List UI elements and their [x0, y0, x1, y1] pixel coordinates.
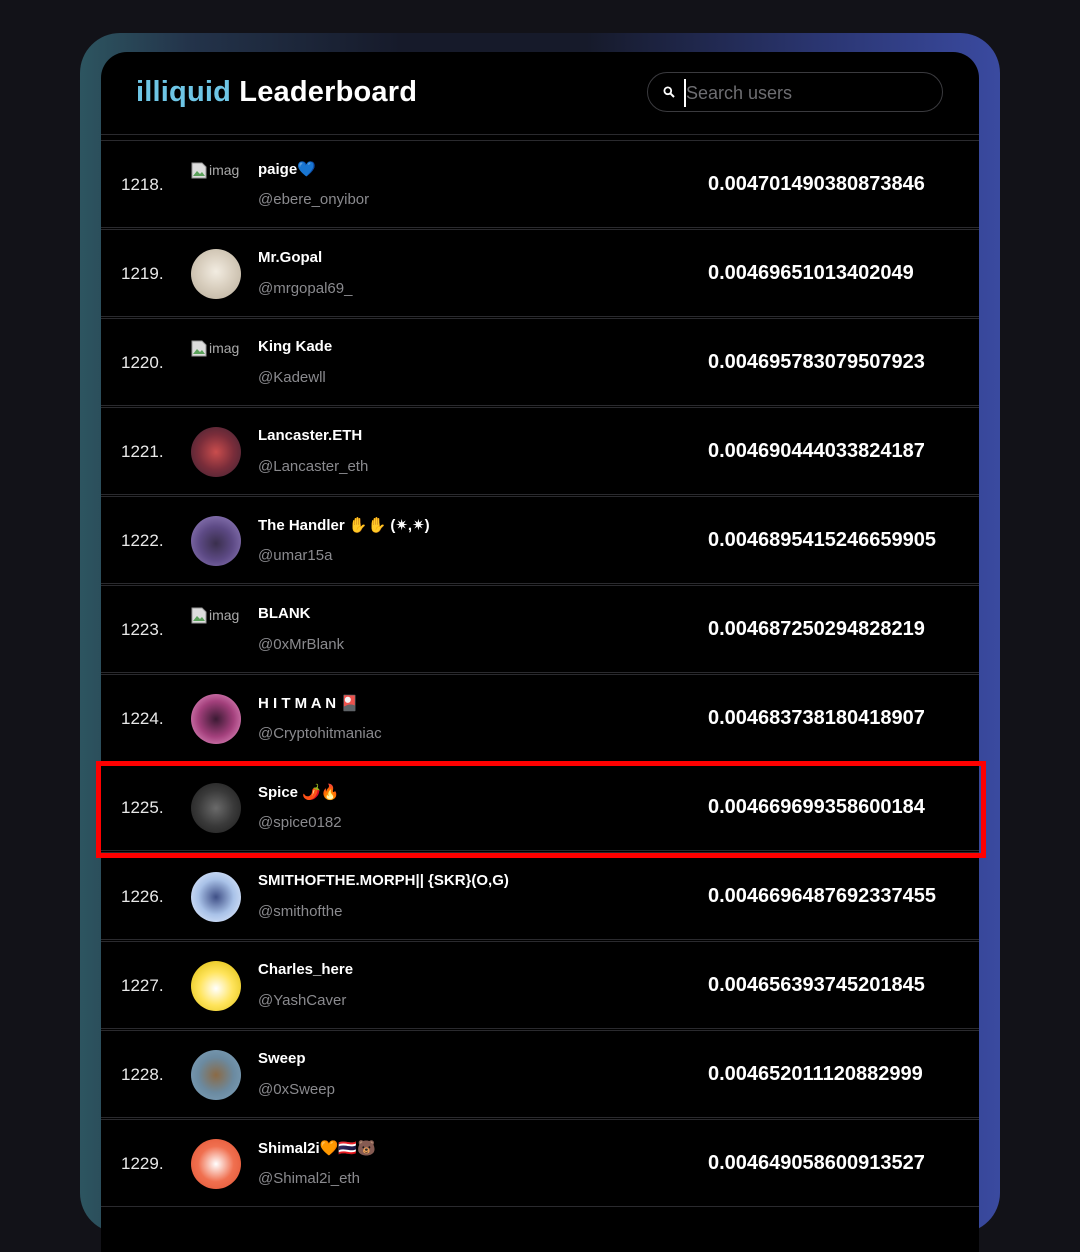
score-value: 0.004690444033824187: [708, 440, 925, 462]
user-name: H I T M A N 🎴: [258, 695, 359, 712]
score-value: 0.0046895415246659905: [708, 529, 937, 551]
score-value: 0.004687250294828219: [708, 618, 925, 640]
score-value: 0.00469651013402049: [708, 262, 914, 284]
rank: 1225.: [121, 798, 164, 817]
user-handle[interactable]: @YashCaver: [258, 992, 346, 1009]
score-value: 0.0046696487692337455: [708, 885, 937, 907]
table-row[interactable]: 1226. SMITHOFTHE.MORPH|| {SKR}(O,G) @smi…: [101, 852, 979, 940]
user-handle[interactable]: @Cryptohitmaniac: [258, 725, 382, 742]
table-row[interactable]: 1228. Sweep @0xSweep 0.00465201112088299…: [101, 1030, 979, 1118]
avatar-alt-text: image: [209, 607, 239, 623]
user-name: King Kade: [258, 338, 333, 355]
table-row[interactable]: 1218. image paige💙 @ebere_onyibor 0.0047…: [101, 140, 979, 228]
user-handle[interactable]: @spice0182: [258, 814, 342, 831]
search-box[interactable]: [647, 72, 943, 112]
avatar: [191, 872, 241, 922]
table-row[interactable]: 1224. H I T M A N 🎴 @Cryptohitmaniac 0.0…: [101, 674, 979, 762]
user-name: The Handler ✋✋ (✷,✷): [258, 517, 430, 534]
avatar: [191, 249, 241, 299]
user-name: Sweep: [258, 1050, 306, 1067]
user-name: paige💙: [258, 161, 316, 178]
table-row-highlighted[interactable]: 1225. Spice 🌶️🔥 @spice0182 0.00466969935…: [101, 763, 979, 851]
search-icon: [663, 86, 675, 98]
avatar: [191, 1050, 241, 1100]
score-value: 0.004683738180418907: [708, 707, 925, 729]
user-handle[interactable]: @ebere_onyibor: [258, 191, 369, 208]
rank: 1220.: [121, 353, 164, 372]
avatar: [191, 427, 241, 477]
broken-image-icon: image: [191, 161, 241, 181]
table-row[interactable]: 1220. image King Kade @Kadewll 0.0046957…: [101, 318, 979, 406]
user-handle[interactable]: @smithofthe: [258, 903, 342, 920]
rank: 1218.: [121, 175, 164, 194]
broken-image-icon: image: [191, 339, 241, 359]
user-handle[interactable]: @mrgopal69_: [258, 280, 352, 297]
table-row[interactable]: 1221. Lancaster.ETH @Lancaster_eth 0.004…: [101, 407, 979, 495]
score-value: 0.004669699358600184: [708, 796, 925, 818]
rank: 1222.: [121, 531, 164, 550]
avatar: [191, 783, 241, 833]
page-title: illiquid Leaderboard: [136, 76, 417, 109]
avatar: [191, 1139, 241, 1189]
score-value: 0.004649058600913527: [708, 1152, 925, 1174]
avatar: [191, 694, 241, 744]
score-value: 0.004701490380873846: [708, 173, 925, 195]
avatar: [191, 516, 241, 566]
rank: 1229.: [121, 1154, 164, 1173]
user-name: BLANK: [258, 605, 311, 622]
rank: 1223.: [121, 620, 164, 639]
score-value: 0.004652011120882999: [708, 1063, 923, 1085]
user-name: Lancaster.ETH: [258, 427, 363, 444]
user-handle[interactable]: @Kadewll: [258, 369, 326, 386]
brand-name: illiquid: [136, 76, 232, 108]
title-text: Leaderboard: [239, 76, 418, 108]
user-name: Mr.Gopal: [258, 249, 323, 266]
user-name: Shimal2i🧡🇹🇭🐻: [258, 1140, 376, 1157]
user-handle[interactable]: @0xMrBlank: [258, 636, 344, 653]
table-row[interactable]: 1223. image BLANK @0xMrBlank 0.004687250…: [101, 585, 979, 673]
rank: 1226.: [121, 887, 164, 906]
leaderboard-list: 1218. image paige💙 @ebere_onyibor 0.0047…: [101, 140, 979, 1208]
user-handle[interactable]: @Shimal2i_eth: [258, 1170, 360, 1187]
header: illiquid Leaderboard: [101, 52, 979, 135]
table-row[interactable]: 1229. Shimal2i🧡🇹🇭🐻 @Shimal2i_eth 0.00464…: [101, 1119, 979, 1207]
rank: 1219.: [121, 264, 164, 283]
avatar: [191, 961, 241, 1011]
user-name: SMITHOFTHE.MORPH|| {SKR}(O,G): [258, 872, 509, 889]
user-handle[interactable]: @Lancaster_eth: [258, 458, 368, 475]
table-row[interactable]: 1219. Mr.Gopal @mrgopal69_ 0.00469651013…: [101, 229, 979, 317]
table-row[interactable]: 1222. The Handler ✋✋ (✷,✷) @umar15a 0.00…: [101, 496, 979, 584]
score-value: 0.004656393745201845: [708, 974, 925, 996]
user-name: Spice 🌶️🔥: [258, 784, 340, 801]
user-handle[interactable]: @0xSweep: [258, 1081, 335, 1098]
user-name: Charles_here: [258, 961, 354, 978]
rank: 1228.: [121, 1065, 164, 1084]
table-row[interactable]: 1227. Charles_here @YashCaver 0.00465639…: [101, 941, 979, 1029]
search-input[interactable]: [684, 79, 928, 107]
rank: 1221.: [121, 442, 164, 461]
score-value: 0.004695783079507923: [708, 351, 925, 373]
avatar-alt-text: image: [209, 340, 239, 356]
avatar-alt-text: image: [209, 162, 239, 178]
broken-image-icon: image: [191, 606, 241, 626]
rank: 1224.: [121, 709, 164, 728]
leaderboard-panel: illiquid Leaderboard 1218. image paige💙 …: [101, 52, 979, 1252]
rank: 1227.: [121, 976, 164, 995]
user-handle[interactable]: @umar15a: [258, 547, 332, 564]
